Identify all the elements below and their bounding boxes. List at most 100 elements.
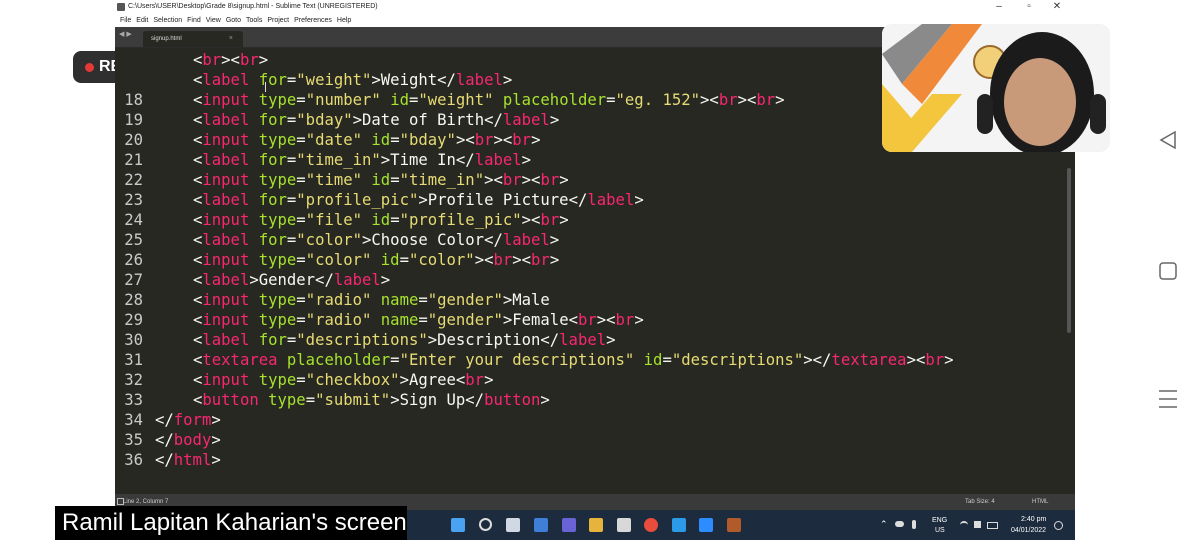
notification-icon[interactable] [1054, 521, 1063, 530]
code-token: ></ [803, 351, 832, 369]
code-token: br [925, 351, 945, 369]
windows-start-icon[interactable] [451, 518, 465, 532]
webcam-thumbnail[interactable] [882, 24, 1110, 152]
minimize-button[interactable]: – [990, 0, 1008, 14]
menu-preferences[interactable]: Preferences [294, 17, 332, 24]
code-token: >Agree< [399, 371, 466, 389]
code-token: = [662, 351, 672, 369]
code-token: br [474, 131, 494, 149]
microphone-icon[interactable] [912, 520, 916, 529]
code-token: br [493, 251, 513, 269]
widgets-icon[interactable] [534, 518, 548, 532]
sublime-taskbar-icon[interactable] [727, 518, 741, 532]
code-text: <label for="bday">Date of Birth</label> [193, 110, 559, 130]
code-token: "checkbox" [305, 371, 400, 389]
code-token: "radio" [305, 291, 372, 309]
code-token: for [258, 151, 287, 169]
menu-edit[interactable]: Edit [136, 17, 148, 24]
code-token: = [296, 91, 306, 109]
file-explorer-icon[interactable] [589, 518, 603, 532]
code-text: </form> [155, 410, 221, 430]
code-token: < [193, 111, 203, 129]
clock-date[interactable]: 04/01/2022 [1011, 527, 1046, 540]
code-token: "gender" [427, 291, 503, 309]
code-token: >< [493, 131, 513, 149]
tab-nav-arrows-icon[interactable]: ◀ ▶ [119, 30, 132, 38]
code-token: for [258, 111, 287, 129]
code-token: >Male [502, 291, 550, 309]
code-token: type [258, 211, 297, 229]
onedrive-icon[interactable] [895, 521, 904, 527]
editor-scrollbar[interactable] [1067, 168, 1071, 333]
menu-project[interactable]: Project [267, 17, 289, 24]
store-icon[interactable] [617, 518, 631, 532]
code-token: label [474, 151, 522, 169]
code-token: >Sign Up</ [390, 391, 485, 409]
chat-icon[interactable] [562, 518, 576, 532]
tab-signup-html[interactable]: signup.html × [143, 31, 243, 47]
code-token: < [193, 51, 203, 69]
code-token: "gender" [427, 311, 503, 329]
tab-size[interactable]: Tab Size: 4 [965, 499, 995, 505]
chrome-icon[interactable] [644, 518, 658, 532]
search-icon[interactable] [479, 518, 492, 531]
code-token: "eg. 152" [615, 91, 701, 109]
zoom-icon[interactable] [699, 518, 713, 532]
menu-find[interactable]: Find [187, 17, 201, 24]
code-token: > [606, 331, 616, 349]
close-button[interactable]: ✕ [1048, 0, 1066, 14]
code-text: <input type="checkbox">Agree<br> [193, 370, 493, 390]
menu-file[interactable]: File [120, 17, 131, 24]
menu-help[interactable]: Help [337, 17, 351, 24]
recents-lines-icon[interactable] [1158, 388, 1178, 415]
code-token: = [606, 91, 616, 109]
tray-overflow-icon[interactable]: ⌃ [880, 519, 888, 540]
code-token: "bday" [399, 131, 456, 149]
code-token: type [268, 391, 306, 409]
code-token: id [380, 251, 400, 269]
vscode-icon[interactable] [672, 518, 686, 532]
menu-goto[interactable]: Goto [226, 17, 241, 24]
text-cursor [265, 82, 266, 92]
volume-icon[interactable] [974, 521, 981, 528]
webcam-feed-image [882, 24, 1110, 152]
battery-icon[interactable] [987, 522, 998, 529]
code-token: "descriptions" [671, 351, 804, 369]
code-token: "color" [305, 251, 372, 269]
code-token: "number" [305, 91, 381, 109]
line-number: 30 [124, 331, 143, 349]
line-number: 31 [124, 351, 143, 369]
code-token: = [296, 371, 306, 389]
code-text: <button type="submit">Sign Up</button> [193, 390, 550, 410]
code-line: 33 <button type="submit">Sign Up</button> [115, 390, 1055, 410]
code-token: < [193, 151, 203, 169]
menu-selection[interactable]: Selection [153, 17, 182, 24]
code-token: "profile_pic" [296, 191, 419, 209]
syntax-mode[interactable]: HTML [1032, 499, 1048, 505]
code-token: >Female< [502, 311, 578, 329]
task-view-icon[interactable] [506, 518, 520, 532]
code-line: 26 <input type="color" id="color"><br><br… [115, 250, 1055, 270]
code-token: >Weight</ [371, 71, 456, 89]
menu-tools[interactable]: Tools [246, 17, 262, 24]
tab-close-icon[interactable]: × [229, 35, 233, 42]
code-token: = [296, 291, 306, 309]
back-triangle-icon[interactable] [1158, 130, 1178, 155]
wifi-icon[interactable] [960, 521, 968, 529]
lang-bottom[interactable]: US [935, 527, 945, 540]
home-square-icon[interactable] [1158, 261, 1178, 286]
code-token: </ [155, 431, 174, 449]
code-token: "bday" [296, 111, 353, 129]
code-token: type [258, 291, 297, 309]
menu-view[interactable]: View [206, 17, 221, 24]
code-line: 24 <input type="file" id="profile_pic"><b… [115, 210, 1055, 230]
maximize-button[interactable]: ▫ [1020, 0, 1038, 14]
